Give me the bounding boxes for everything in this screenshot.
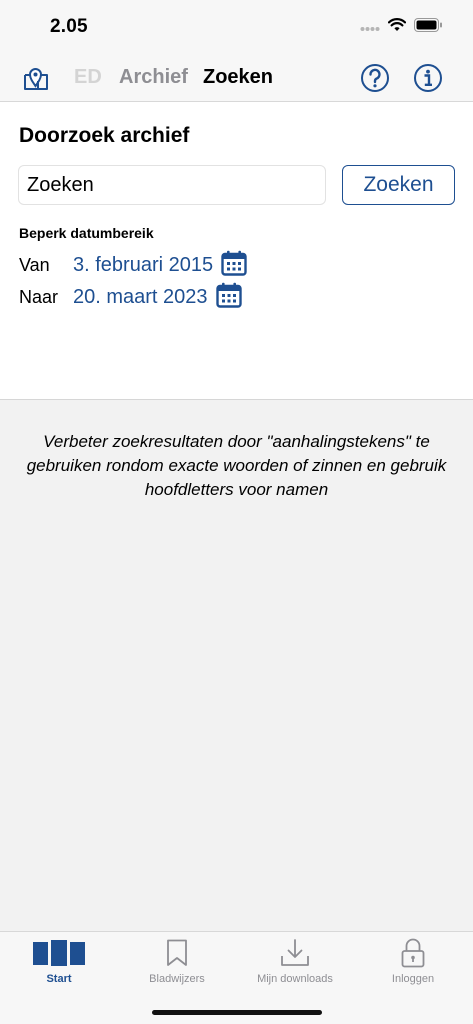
status-bar: 2.05 <box>0 0 473 54</box>
status-icons <box>360 18 443 37</box>
date-to-label: Naar <box>19 286 59 307</box>
tab-mijn-downloads[interactable]: Mijn downloads <box>236 932 354 992</box>
tab-zoeken[interactable]: Zoeken <box>203 66 273 89</box>
cellular-signal-icon <box>360 19 380 37</box>
calendar-icon[interactable] <box>215 282 242 313</box>
date-from-row: Van 3. februari 2015 <box>19 250 247 280</box>
lock-icon <box>401 938 425 968</box>
search-input[interactable] <box>18 165 326 205</box>
download-icon <box>280 938 310 968</box>
tab-archief[interactable]: Archief <box>119 66 188 89</box>
date-to-row: Naar 20. maart 2023 <box>19 282 242 312</box>
top-nav-bar: ED Archief Zoeken <box>0 54 473 102</box>
date-range-heading: Beperk datumbereik <box>19 225 154 241</box>
status-time: 2.05 <box>50 16 88 37</box>
tab-mijn-downloads-label: Mijn downloads <box>257 973 333 985</box>
date-to-value[interactable]: 20. maart 2023 <box>73 286 208 309</box>
bookmark-icon <box>166 938 188 968</box>
tab-inloggen[interactable]: Inloggen <box>354 932 472 992</box>
tab-inloggen-label: Inloggen <box>391 973 435 985</box>
wifi-icon <box>387 18 407 37</box>
date-from-value[interactable]: 3. februari 2015 <box>73 254 213 277</box>
section-title: Doorzoek archief <box>19 124 190 147</box>
help-icon[interactable] <box>359 62 391 94</box>
tab-bladwijzers-label: Bladwijzers <box>149 973 205 985</box>
tab-bladwijzers[interactable]: Bladwijzers <box>118 932 236 992</box>
start-icon <box>33 938 85 968</box>
home-indicator <box>152 1010 322 1015</box>
info-icon[interactable] <box>412 62 444 94</box>
search-hint: Verbeter zoekresultaten door "aanhalings… <box>26 432 447 499</box>
calendar-icon[interactable] <box>221 250 247 281</box>
search-panel: Doorzoek archief Zoeken Beperk datumbere… <box>0 102 473 400</box>
tab-ed: ED <box>74 66 102 88</box>
date-from-label: Van <box>19 254 50 275</box>
map-pin-icon[interactable] <box>20 62 52 94</box>
search-button[interactable]: Zoeken <box>342 165 455 205</box>
tab-start-label: Start <box>46 973 72 985</box>
battery-icon <box>414 18 443 37</box>
tab-start[interactable]: Start <box>0 932 118 992</box>
